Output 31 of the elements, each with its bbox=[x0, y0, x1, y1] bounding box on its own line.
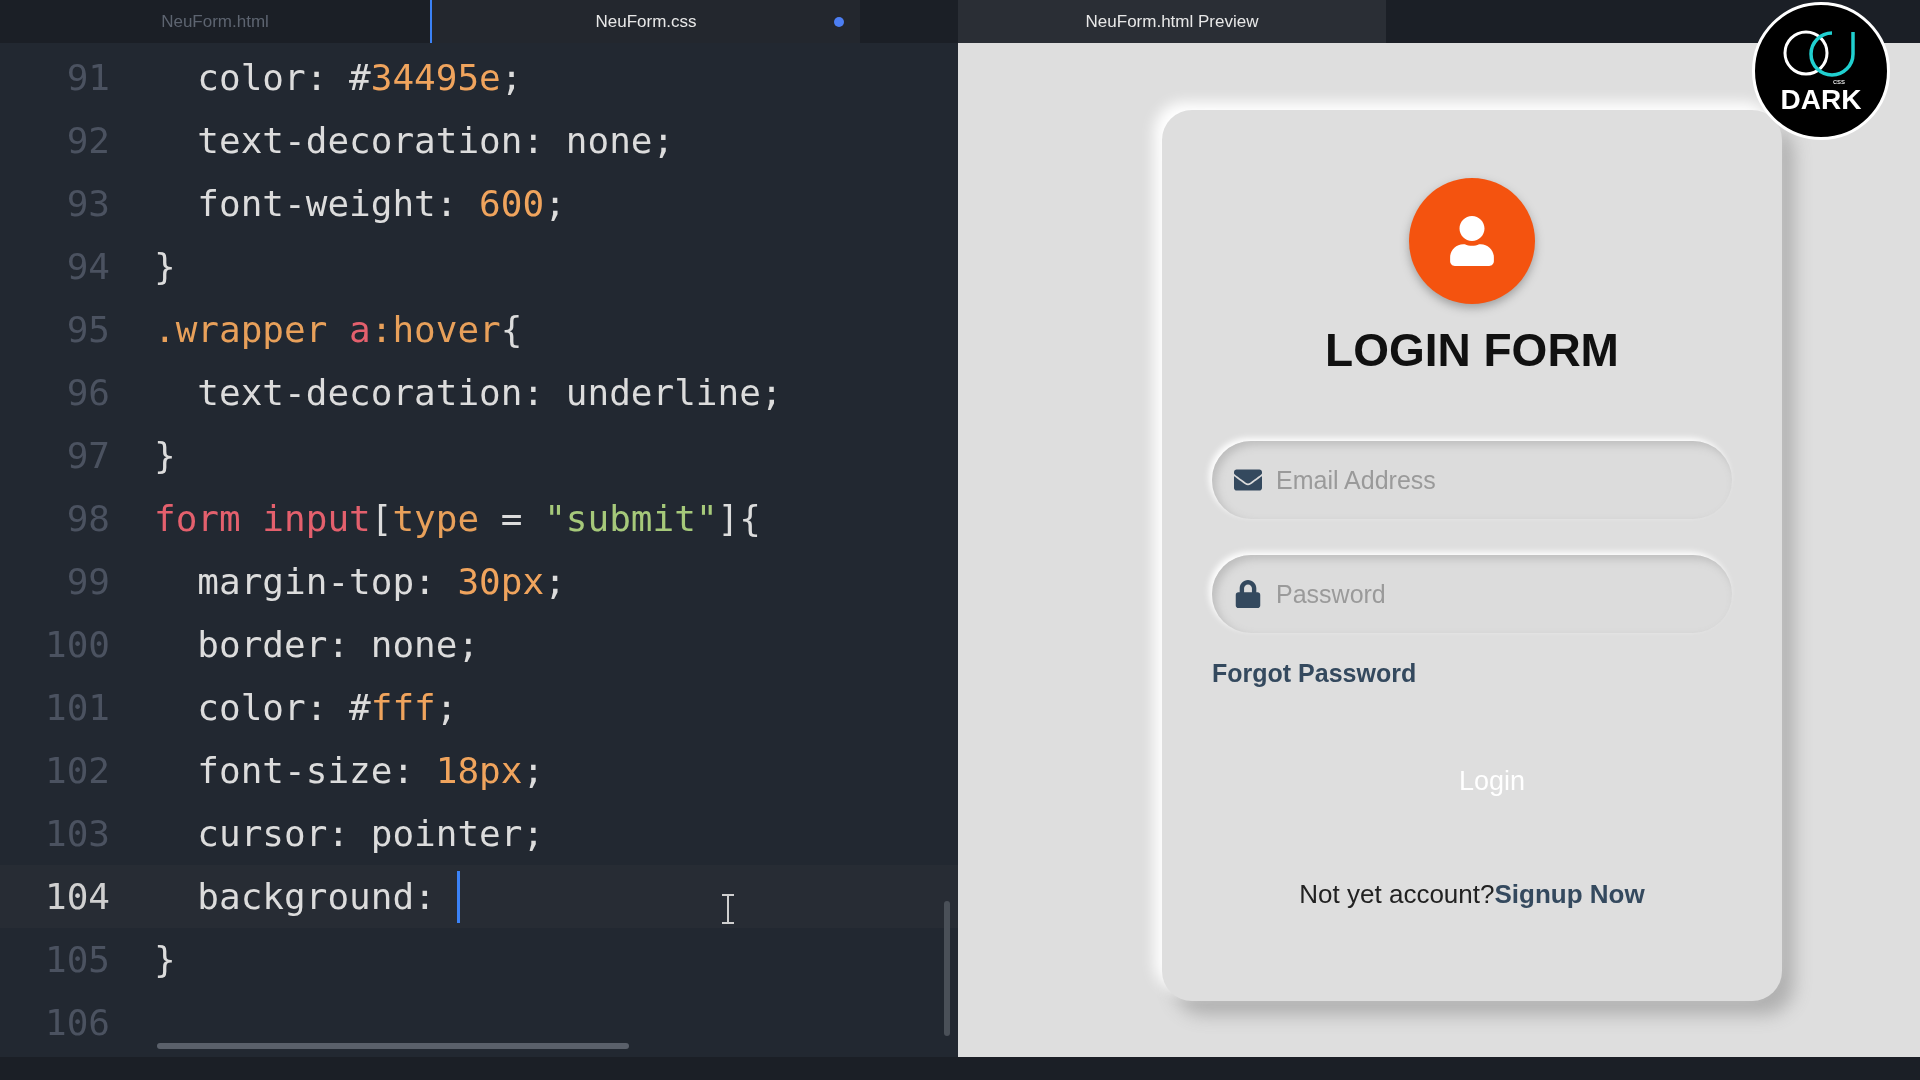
code-text: font-weight: 600; bbox=[196, 181, 566, 226]
form-title: LOGIN FORM bbox=[1325, 323, 1619, 378]
preview-tab[interactable]: NeuForm.html Preview bbox=[958, 0, 1386, 43]
code-text: } bbox=[154, 937, 176, 982]
code-text: font-size: 18px; bbox=[196, 748, 545, 793]
input-field[interactable]: Password bbox=[1212, 555, 1732, 633]
code-text: form input[type = "submit"]{ bbox=[154, 496, 761, 541]
logo-small-text: css bbox=[1833, 78, 1845, 86]
code-text: border: none; bbox=[196, 622, 480, 667]
forgot-password-link[interactable]: Forgot Password bbox=[1212, 659, 1417, 687]
line-number: 104 bbox=[43, 874, 110, 919]
code-text: text-decoration: underline; bbox=[196, 370, 783, 415]
code-text: margin-top: 30px; bbox=[196, 559, 566, 604]
file-tab[interactable]: NeuForm.css bbox=[430, 0, 860, 43]
code-text: .wrapper a:hover{ bbox=[154, 307, 523, 352]
code-text: cursor: pointer; bbox=[196, 811, 545, 856]
code-text: } bbox=[154, 244, 176, 289]
code-text: background: bbox=[196, 874, 437, 919]
logo-text: DARK bbox=[1780, 86, 1862, 114]
text-caret bbox=[457, 870, 461, 923]
signup-link[interactable]: Signup Now bbox=[1494, 879, 1645, 909]
code-text: } bbox=[154, 433, 176, 478]
lock-icon bbox=[1234, 580, 1262, 608]
vertical-scrollbar[interactable] bbox=[944, 901, 950, 1036]
signup-prompt: Not yet account?Signup Now bbox=[1299, 878, 1645, 911]
text-cursor-icon bbox=[720, 893, 736, 925]
code-text: text-decoration: none; bbox=[196, 118, 675, 163]
user-icon bbox=[1447, 216, 1497, 266]
input-field[interactable]: Email Address bbox=[1212, 441, 1732, 519]
code-text: color: #34495e; bbox=[196, 55, 523, 100]
code-text: color: #fff; bbox=[196, 685, 458, 730]
